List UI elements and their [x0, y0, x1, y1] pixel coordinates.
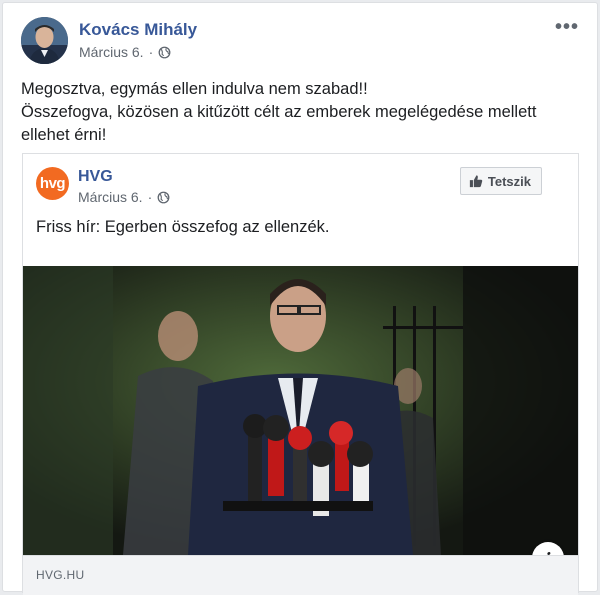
author-avatar[interactable]: [21, 17, 68, 64]
shared-page-name[interactable]: HVG: [78, 168, 113, 186]
like-button-label: Tetszik: [487, 173, 531, 189]
author-name[interactable]: Kovács Mihály: [79, 20, 197, 40]
post-meta: Március 6. ·: [79, 44, 171, 60]
shared-post-date[interactable]: Március 6.: [78, 189, 143, 205]
like-page-button[interactable]: Tetszik: [459, 167, 542, 195]
post-date[interactable]: Március 6.: [79, 44, 144, 60]
post-text: Megosztva, egymás ellen indulva nem szab…: [21, 78, 581, 147]
article-photo[interactable]: i: [23, 266, 578, 555]
post-text-line: Összefogva, közösen a kitűzött célt az e…: [21, 103, 537, 121]
meta-separator: ·: [148, 44, 154, 60]
more-options-button[interactable]: •••: [555, 16, 579, 39]
globe-icon: [157, 191, 170, 203]
facebook-post: Kovács Mihály Március 6. · ••• Megosztva…: [2, 2, 598, 595]
shared-post-meta: Március 6. ·: [78, 189, 170, 205]
hvg-logo[interactable]: hvg: [36, 167, 69, 200]
link-preview-footer[interactable]: HVG.HU: [23, 555, 578, 595]
link-domain: HVG.HU: [36, 568, 85, 582]
shared-post-text: Friss hír: Egerben összefog az ellenzék.: [36, 218, 330, 236]
post-text-line: ellehet érni!: [21, 126, 107, 144]
meta-separator: ·: [147, 189, 153, 205]
post-text-line: Megosztva, egymás ellen indulva nem szab…: [21, 80, 368, 98]
shared-post[interactable]: hvg HVG Március 6. · Tetszik Friss hír: …: [22, 153, 579, 595]
thumbs-up-icon: [469, 175, 483, 188]
globe-icon: [158, 46, 171, 58]
